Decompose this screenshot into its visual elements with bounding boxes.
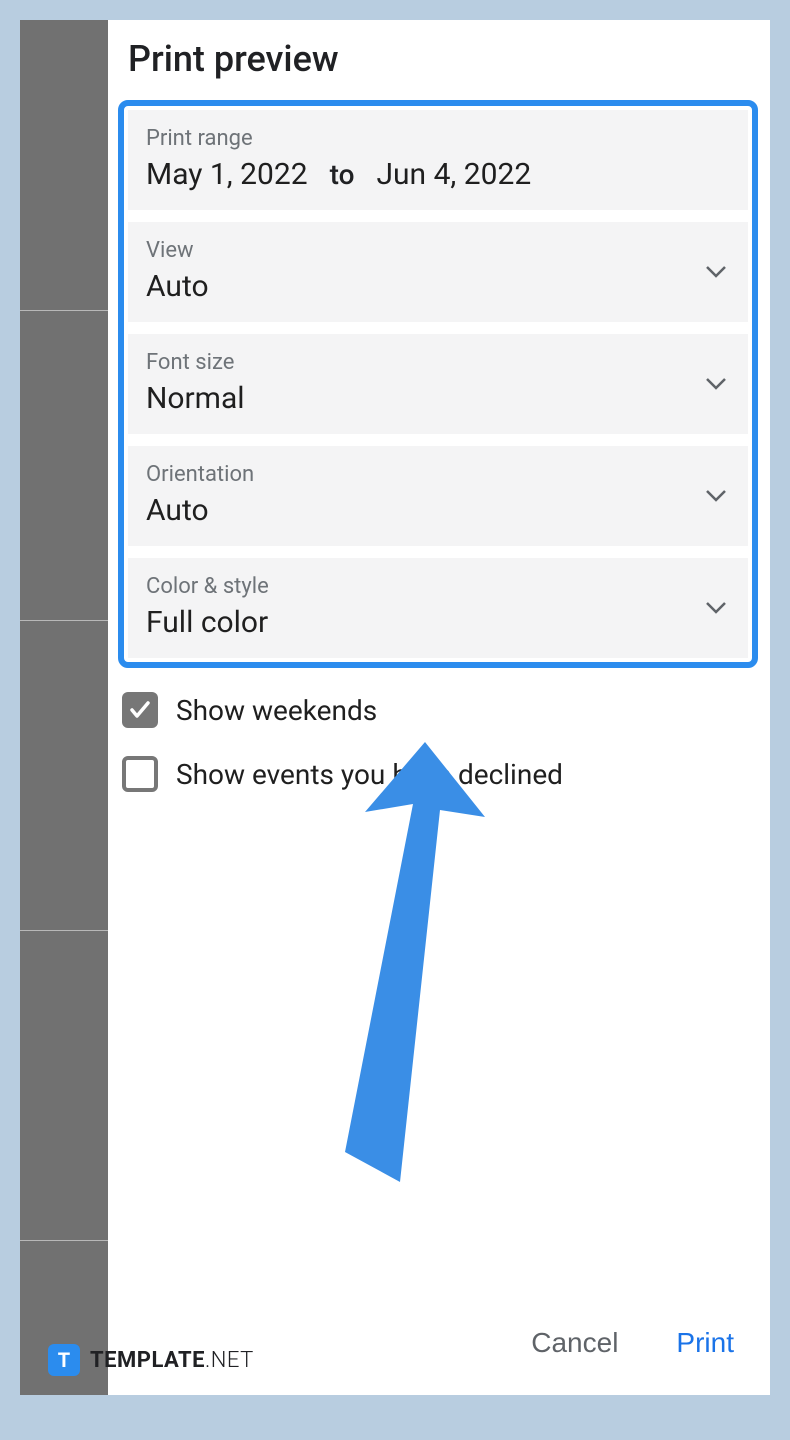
show-declined-label: Show events you have declined <box>176 758 563 791</box>
view-value: Auto <box>146 269 730 304</box>
background-frame: Print preview Print range May 1, 2022 to… <box>20 20 770 1395</box>
chevron-down-icon <box>706 490 726 502</box>
show-weekends-label: Show weekends <box>176 694 377 727</box>
chevron-down-icon <box>706 378 726 390</box>
color-style-dropdown[interactable]: Color & style Full color <box>128 558 748 658</box>
font-size-dropdown[interactable]: Font size Normal <box>128 334 748 434</box>
print-range-field[interactable]: Print range May 1, 2022 to Jun 4, 2022 <box>128 110 748 210</box>
print-range-start[interactable]: May 1, 2022 <box>146 157 308 192</box>
orientation-value: Auto <box>146 493 730 528</box>
show-weekends-checkbox[interactable] <box>122 692 158 728</box>
watermark-badge: T <box>48 1344 80 1376</box>
highlighted-options-box: Print range May 1, 2022 to Jun 4, 2022 V… <box>118 100 758 668</box>
print-range-label: Print range <box>146 126 730 151</box>
font-size-value: Normal <box>146 381 730 416</box>
cancel-button[interactable]: Cancel <box>531 1327 618 1359</box>
orientation-label: Orientation <box>146 462 730 487</box>
print-button[interactable]: Print <box>676 1327 734 1359</box>
color-style-label: Color & style <box>146 574 730 599</box>
print-range-to: to <box>330 158 355 191</box>
chevron-down-icon <box>706 602 726 614</box>
panel-title: Print preview <box>108 20 770 100</box>
view-dropdown[interactable]: View Auto <box>128 222 748 322</box>
font-size-label: Font size <box>146 350 730 375</box>
show-declined-row[interactable]: Show events you have declined <box>122 756 756 792</box>
view-label: View <box>146 238 730 263</box>
checkbox-list: Show weekends Show events you have decli… <box>108 668 770 820</box>
show-weekends-row[interactable]: Show weekends <box>122 692 756 728</box>
print-range-end[interactable]: Jun 4, 2022 <box>376 157 531 192</box>
watermark-text: TEMPLATE.NET <box>90 1348 254 1373</box>
watermark: T TEMPLATE.NET <box>48 1344 254 1376</box>
show-declined-checkbox[interactable] <box>122 756 158 792</box>
print-preview-panel: Print preview Print range May 1, 2022 to… <box>108 20 770 1395</box>
orientation-dropdown[interactable]: Orientation Auto <box>128 446 748 546</box>
chevron-down-icon <box>706 266 726 278</box>
color-style-value: Full color <box>146 605 730 640</box>
